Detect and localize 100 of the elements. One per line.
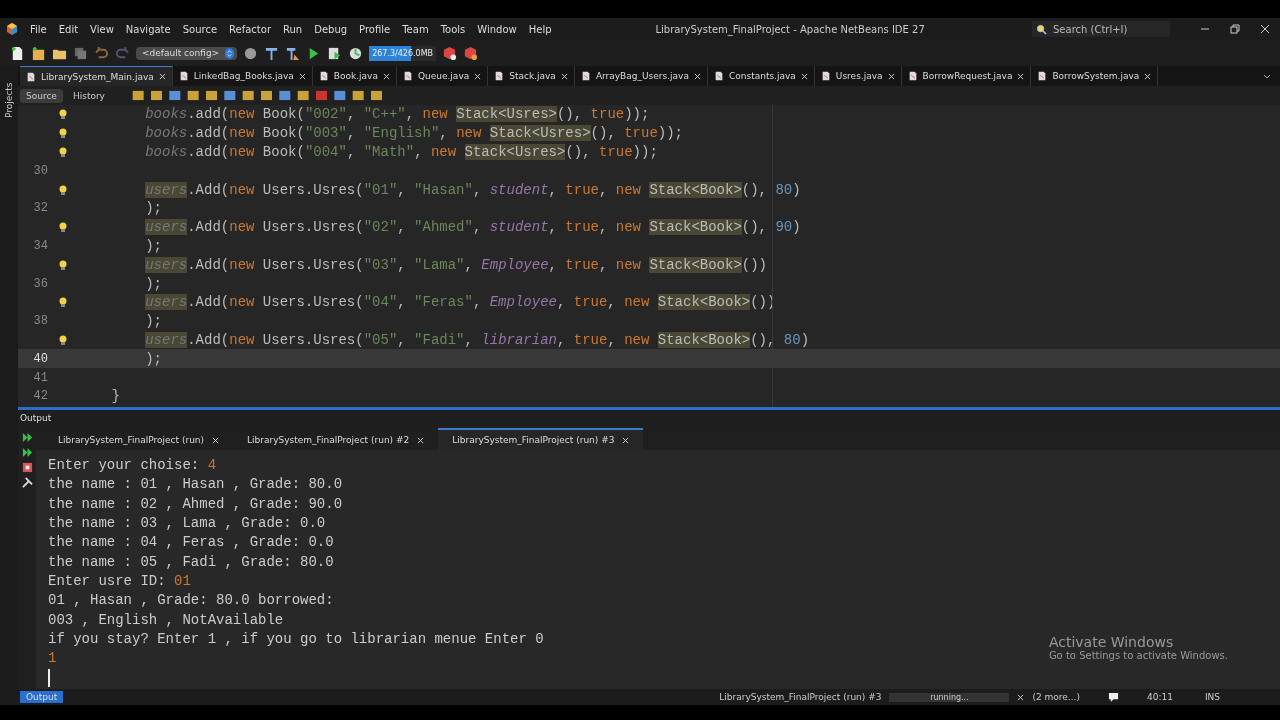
code-line: users.Add(new Users.Usres("03", "Lama", Employee, true, new Stack<Book>()) [144,256,768,273]
search-field[interactable]: Search (Ctrl+I) [1032,21,1170,37]
line-number: 38 [33,314,48,329]
hint-bulb-icon[interactable] [58,109,68,120]
code-line: ); [144,237,162,254]
gc-cube-icon[interactable] [442,45,458,61]
text-cursor [48,668,50,687]
close-icon[interactable] [1017,72,1025,80]
code-line: } [110,388,120,405]
code-line: ); [144,350,162,367]
close-icon[interactable] [158,73,166,80]
close-icon[interactable] [800,72,808,80]
cube-icon[interactable] [463,45,479,61]
close-icon[interactable] [887,72,895,80]
save-all-icon[interactable] [73,45,88,61]
activation-notice-title: Activate Windows [1048,634,1175,650]
line-number: 30 [33,163,48,178]
projects-tab[interactable]: Projects [4,82,14,118]
close-icon[interactable] [693,72,701,80]
console-line: Enter your choise: 4 [48,456,217,475]
menu-item[interactable]: Debug [308,23,354,35]
search-icon [1036,23,1047,35]
close-icon[interactable] [298,72,306,80]
line-number: 40 [33,351,48,366]
caret-position: 40:11 [1146,692,1173,702]
view-tab[interactable]: History [66,88,111,103]
panel-title: Output [20,413,52,423]
line-number: 36 [33,276,48,291]
java-file-icon [820,71,831,81]
app-logo-icon [6,23,18,35]
java-file-icon [907,71,918,81]
menu-item[interactable]: Tools [434,23,472,35]
menu-item[interactable]: Help [522,23,558,35]
menu-item[interactable]: View [84,23,120,35]
menu-item[interactable]: Source [176,23,224,35]
close-icon[interactable] [560,72,568,80]
java-file-icon [580,71,591,81]
console-line: the name : 01 , Hasan , Grade: 80.0 [48,475,343,495]
line-number: 41 [33,370,48,385]
menu-item[interactable]: Profile [353,23,397,35]
close-icon[interactable] [212,436,220,444]
new-file-icon[interactable] [10,45,25,61]
hint-bulb-icon[interactable] [58,297,68,308]
stop-icon[interactable] [21,462,33,473]
console-line: if you stay? Enter 1 , if you go to librarian menue Enter 0 [48,630,544,650]
console-line: Enter usre ID: 01 [48,572,191,592]
close-icon[interactable] [382,72,390,80]
close-icon[interactable] [1260,24,1270,34]
code-line: users.Add(new Users.Usres("01", "Hasan", student, true, new Stack<Book>(), 80) [144,181,801,198]
code-line: ); [144,313,162,330]
menu-item[interactable]: Window [471,23,523,35]
rerun-icon[interactable] [21,447,33,458]
java-file-icon [1037,71,1048,81]
close-icon[interactable] [1144,72,1152,80]
menu-item[interactable]: Run [277,23,309,35]
console-line: the name : 05 , Fadi , Grade: 80.0 [48,552,334,572]
insert-mode: INS [1204,692,1220,702]
restore-icon[interactable] [1230,24,1240,34]
more-tasks-link[interactable]: (2 more...) [1032,692,1080,702]
console-line: 01 , Hasan , Grade: 80.0 borrowed: [48,591,334,611]
activation-notice-text: Go to Settings to activate Windows. [1048,650,1228,661]
close-icon[interactable] [622,436,630,444]
task-name: LibrarySystem_FinalProject (run) #3 [719,692,882,702]
java-file-icon [494,71,505,81]
hint-bulb-icon[interactable] [58,147,68,157]
menu-item[interactable]: Team [396,23,435,35]
debug-icon[interactable] [327,45,343,61]
close-icon[interactable] [417,436,425,444]
menu-item[interactable]: Navigate [119,23,177,35]
hint-bulb-icon[interactable] [58,128,68,139]
menu-item[interactable]: Edit [52,23,85,35]
output-tab[interactable]: LibrarySystem_FinalProject (run) #2 [233,430,439,450]
console-line: the name : 04 , Feras , Grade: 0.0 [48,533,334,553]
view-tab[interactable]: Source [20,88,63,103]
notification-icon[interactable] [1107,691,1119,703]
config-dropdown[interactable]: <default config> [136,46,238,60]
code-line: books.add(new Book("004", "Math", new Stack<Usres>(), true)); [144,144,658,160]
output-button[interactable]: Output [20,691,64,703]
hint-bulb-icon[interactable] [58,259,68,270]
line-number: 34 [33,238,48,253]
hint-bulb-icon[interactable] [58,184,68,195]
rerun-icon[interactable] [21,432,33,443]
new-project-icon[interactable] [31,45,46,61]
close-icon[interactable] [474,72,482,80]
task-status: running... [889,692,1010,702]
menu-item[interactable]: File [24,23,53,35]
undo-icon[interactable] [94,45,109,61]
menu-item[interactable]: Refactor [223,23,277,35]
java-file-icon [178,71,189,81]
close-icon[interactable] [1017,693,1025,701]
output-tab[interactable]: LibrarySystem_FinalProject (run) [44,430,234,450]
console-line: the name : 03 , Lama , Grade: 0.0 [48,514,326,534]
java-file-icon [318,71,329,81]
file-tab[interactable]: LibrarySystem_Main.java [20,66,173,86]
hint-bulb-icon[interactable] [58,222,68,233]
profile-icon[interactable] [348,45,364,61]
hint-bulb-icon[interactable] [58,334,68,345]
window-title: LibrarySystem_FinalProject - Apache NetBeans IDE 27 [655,23,925,35]
java-file-icon [26,71,36,82]
output-tab[interactable]: LibrarySystem_FinalProject (run) #3 [438,428,644,450]
